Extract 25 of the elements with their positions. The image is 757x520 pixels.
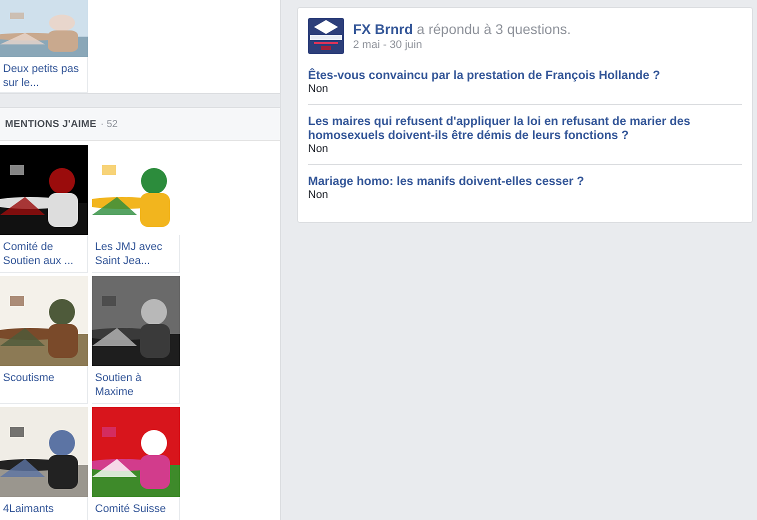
story-date: 2 mai - 30 juin	[353, 39, 424, 51]
tile-caption[interactable]: Soutien à Maxime	[92, 366, 179, 399]
page-tile[interactable]: Scoutisme	[0, 276, 88, 404]
author-link[interactable]: FX Brnrd	[353, 21, 413, 37]
page-tile[interactable]: Comité Suisse	[92, 407, 180, 520]
answer-text: Non	[308, 82, 330, 96]
tile-caption[interactable]: Comité Suisse	[92, 497, 179, 516]
tile-caption[interactable]: Deux petits pas sur le...	[0, 57, 87, 90]
likes-count: · 52	[100, 118, 118, 130]
page-tile[interactable]: Les JMJ avec Saint Jea...	[92, 145, 180, 273]
question-link[interactable]: Êtes-vous convaincu par la prestation de François Hollande ?	[308, 68, 742, 82]
page-tile[interactable]: Deux petits pas sur le...	[0, 0, 88, 93]
tile-caption[interactable]: Les JMJ avec Saint Jea...	[92, 235, 179, 268]
page-tile[interactable]: Soutien à Maxime	[92, 276, 180, 404]
tile-caption[interactable]: Scoutisme	[0, 366, 87, 385]
tile-caption[interactable]: Comité de Soutien aux ...	[0, 235, 87, 268]
answer-text: Non	[308, 188, 330, 202]
story-headline: FX Brnrd a répondu à 3 questions.	[353, 21, 571, 37]
page-tile[interactable]: 4Laimants	[0, 407, 88, 520]
section-title: MENTIONS J'AIME	[5, 118, 96, 130]
question-link[interactable]: Les maires qui refusent d'appliquer la loi en refusant de marier des homosexuels doivent-ils être démis de leurs fonctions ?	[308, 114, 742, 142]
page-tile[interactable]: Comité de Soutien aux ...	[0, 145, 88, 273]
tile-caption[interactable]: 4Laimants	[0, 497, 87, 516]
answer-text: Non	[308, 142, 330, 156]
question-link[interactable]: Mariage homo: les manifs doivent-elles cesser ?	[308, 174, 742, 188]
